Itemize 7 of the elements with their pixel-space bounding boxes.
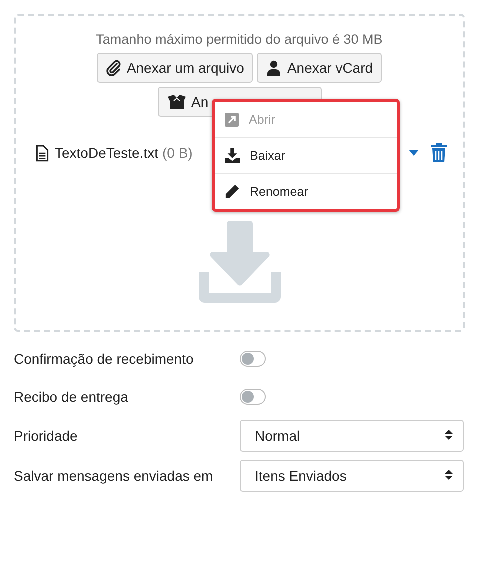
setting-label: Confirmação de recebimento: [14, 351, 195, 367]
file-name: TextoDeTeste.txt: [55, 145, 158, 161]
size-limit-text: Tamanho máximo permitido do arquivo é 30 MB: [96, 32, 383, 47]
setting-label: Salvar mensagens enviadas em: [14, 468, 214, 484]
file-size: (0 B): [162, 145, 193, 161]
setting-label: Prioridade: [14, 428, 79, 444]
setting-label: Recibo de entrega: [14, 389, 130, 405]
